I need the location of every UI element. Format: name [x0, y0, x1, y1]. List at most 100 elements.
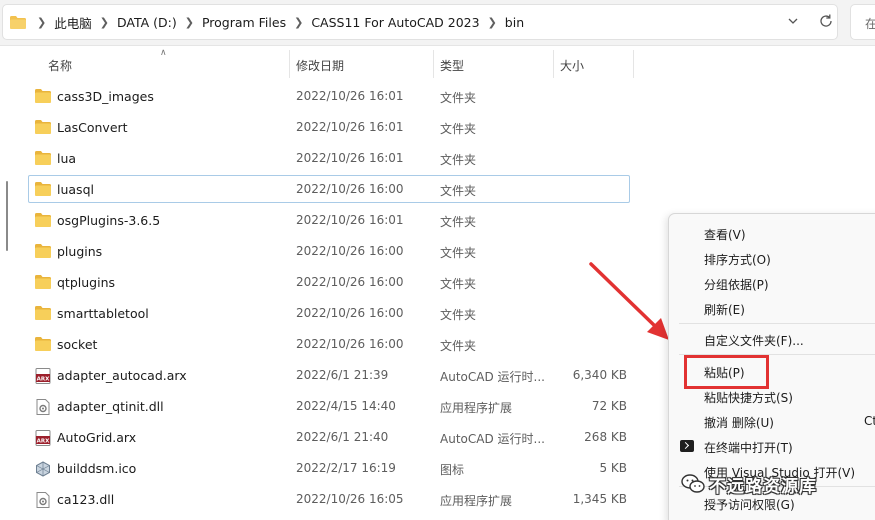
table-row[interactable]: ARX AutoGrid.arx 2022/6/1 21:40 AutoCAD 运行时…: [28, 423, 630, 451]
file-date: 2022/10/26 16:01: [296, 89, 404, 103]
file-date: 2022/6/1 21:40: [296, 430, 389, 444]
table-row[interactable]: smarttabletool 2022/10/26 16:00 文件夹: [28, 299, 630, 327]
table-row[interactable]: socket 2022/10/26 16:00 文件夹: [28, 330, 630, 358]
chevron-right-icon[interactable]: ❯: [488, 16, 497, 29]
refresh-icon[interactable]: [817, 12, 835, 30]
file-name: luasql: [57, 182, 94, 197]
file-name: ca123.dll: [57, 492, 115, 507]
file-type: AutoCAD 运行时...: [440, 432, 545, 446]
svg-text:ARX: ARX: [37, 377, 50, 383]
chevron-right-icon[interactable]: ❯: [37, 16, 46, 29]
address-toolbar: ❯ 此电脑 ❯ DATA (D:) ❯ Program Files ❯ CASS…: [0, 0, 875, 46]
file-type: 文件夹: [440, 122, 477, 136]
menu-item-view[interactable]: 查看(V): [669, 221, 875, 246]
menu-item-open-terminal[interactable]: 在终端中打开(T): [669, 434, 875, 459]
file-date: 2022/10/26 16:00: [296, 306, 404, 320]
table-row[interactable]: qtplugins 2022/10/26 16:00 文件夹: [28, 268, 630, 296]
menu-item-customize-folder[interactable]: 自定义文件夹(F)...: [669, 327, 875, 352]
folder-icon: [35, 182, 51, 196]
table-row[interactable]: adapter_qtinit.dll 2022/4/15 14:40 应用程序扩展 7…: [28, 392, 630, 420]
menu-item-label: 查看(V): [704, 228, 746, 242]
column-header-type[interactable]: 类型: [440, 57, 464, 74]
dll-file-icon: [35, 492, 51, 508]
chevron-down-icon[interactable]: [785, 13, 801, 29]
file-date: 2022/6/1 21:39: [296, 368, 389, 382]
menu-item-refresh[interactable]: 刷新(E): [669, 296, 875, 321]
folder-icon: [35, 89, 51, 103]
watermark: 不远路资源库: [681, 470, 817, 498]
terminal-icon: [680, 440, 694, 452]
ico-file-icon: [35, 461, 51, 477]
file-date: 2022/10/26 16:01: [296, 213, 404, 227]
file-size: 5 KB: [599, 461, 627, 475]
paste-highlight-box: [684, 355, 769, 389]
file-name: cass3D_images: [57, 89, 154, 104]
table-row[interactable]: osgPlugins-3.6.5 2022/10/26 16:01 文件夹: [28, 206, 630, 234]
chevron-right-icon[interactable]: ❯: [100, 16, 109, 29]
table-row[interactable]: LasConvert 2022/10/26 16:01 文件夹: [28, 113, 630, 141]
search-input[interactable]: 在: [850, 4, 875, 40]
breadcrumb-program-files[interactable]: Program Files: [202, 15, 286, 30]
file-type: 文件夹: [440, 91, 477, 105]
menu-item-label: 排序方式(O): [704, 253, 771, 267]
table-row[interactable]: plugins 2022/10/26 16:00 文件夹: [28, 237, 630, 265]
svg-text:ARX: ARX: [37, 439, 50, 445]
table-row[interactable]: builddsm.ico 2022/2/17 16:19 图标 5 KB: [28, 454, 630, 482]
column-divider[interactable]: [633, 50, 634, 78]
column-header-size[interactable]: 大小: [560, 57, 584, 74]
breadcrumb-cass11[interactable]: CASS11 For AutoCAD 2023: [311, 15, 479, 30]
file-type: 文件夹: [440, 184, 477, 198]
arx-file-icon: ARX: [35, 430, 51, 446]
table-row[interactable]: ARX adapter_autocad.arx 2022/6/1 21:39 Auto…: [28, 361, 630, 389]
address-bar[interactable]: ❯ 此电脑 ❯ DATA (D:) ❯ Program Files ❯ CASS…: [2, 4, 838, 40]
file-type: 文件夹: [440, 153, 477, 167]
file-type: 图标: [440, 463, 465, 477]
menu-item-undo-delete[interactable]: 撤消 删除(U) Ct: [669, 409, 875, 434]
file-size: 1,345 KB: [572, 492, 627, 506]
navigation-pane-edge: [0, 46, 18, 520]
folder-icon: [35, 337, 51, 351]
folder-icon: [35, 213, 51, 227]
chevron-right-icon[interactable]: ❯: [294, 16, 303, 29]
file-name: adapter_qtinit.dll: [57, 399, 164, 414]
dll-file-icon: [35, 399, 51, 415]
arx-file-icon: ARX: [35, 368, 51, 384]
column-divider[interactable]: [553, 50, 554, 78]
table-row[interactable]: lua 2022/10/26 16:01 文件夹: [28, 144, 630, 172]
column-header-date[interactable]: 修改日期: [296, 57, 344, 74]
column-divider[interactable]: [289, 50, 290, 78]
menu-item-label: 撤消 删除(U): [704, 416, 774, 430]
menu-item-label: 刷新(E): [704, 303, 745, 317]
file-name: qtplugins: [57, 275, 116, 290]
table-row[interactable]: ca123.dll 2022/10/26 16:05 应用程序扩展 1,345 KB: [28, 485, 630, 513]
menu-item-group[interactable]: 分组依据(P): [669, 271, 875, 296]
file-date: 2022/10/26 16:05: [296, 492, 404, 506]
folder-icon: [35, 275, 51, 289]
file-type: 文件夹: [440, 246, 477, 260]
search-placeholder: 在: [865, 17, 875, 31]
file-name: osgPlugins-3.6.5: [57, 213, 161, 228]
column-divider[interactable]: [433, 50, 434, 78]
column-header-name[interactable]: 名称: [48, 57, 72, 74]
file-size: 72 KB: [591, 399, 627, 413]
breadcrumb-drive[interactable]: DATA (D:): [117, 15, 177, 30]
chevron-right-icon[interactable]: ❯: [185, 16, 194, 29]
menu-item-shortcut: Ct: [864, 414, 875, 428]
folder-icon: [10, 16, 26, 29]
menu-item-sort[interactable]: 排序方式(O): [669, 246, 875, 271]
scrollbar[interactable]: [6, 181, 8, 251]
table-row[interactable]: cass3D_images 2022/10/26 16:01 文件夹: [28, 82, 630, 110]
file-type: 文件夹: [440, 308, 477, 322]
breadcrumb-this-pc[interactable]: 此电脑: [54, 13, 92, 32]
folder-icon: [35, 306, 51, 320]
menu-item-label: 分组依据(P): [704, 278, 769, 292]
file-date: 2022/10/26 16:01: [296, 120, 404, 134]
breadcrumb-bin[interactable]: bin: [505, 15, 524, 30]
column-header-row: 名称 修改日期 类型 大小: [0, 50, 640, 78]
file-name: AutoGrid.arx: [57, 430, 137, 445]
file-name: smarttabletool: [57, 306, 149, 321]
file-name: lua: [57, 151, 77, 166]
table-row[interactable]: luasql 2022/10/26 16:00 文件夹: [28, 175, 630, 203]
file-size: 268 KB: [584, 430, 627, 444]
file-name: socket: [57, 337, 98, 352]
